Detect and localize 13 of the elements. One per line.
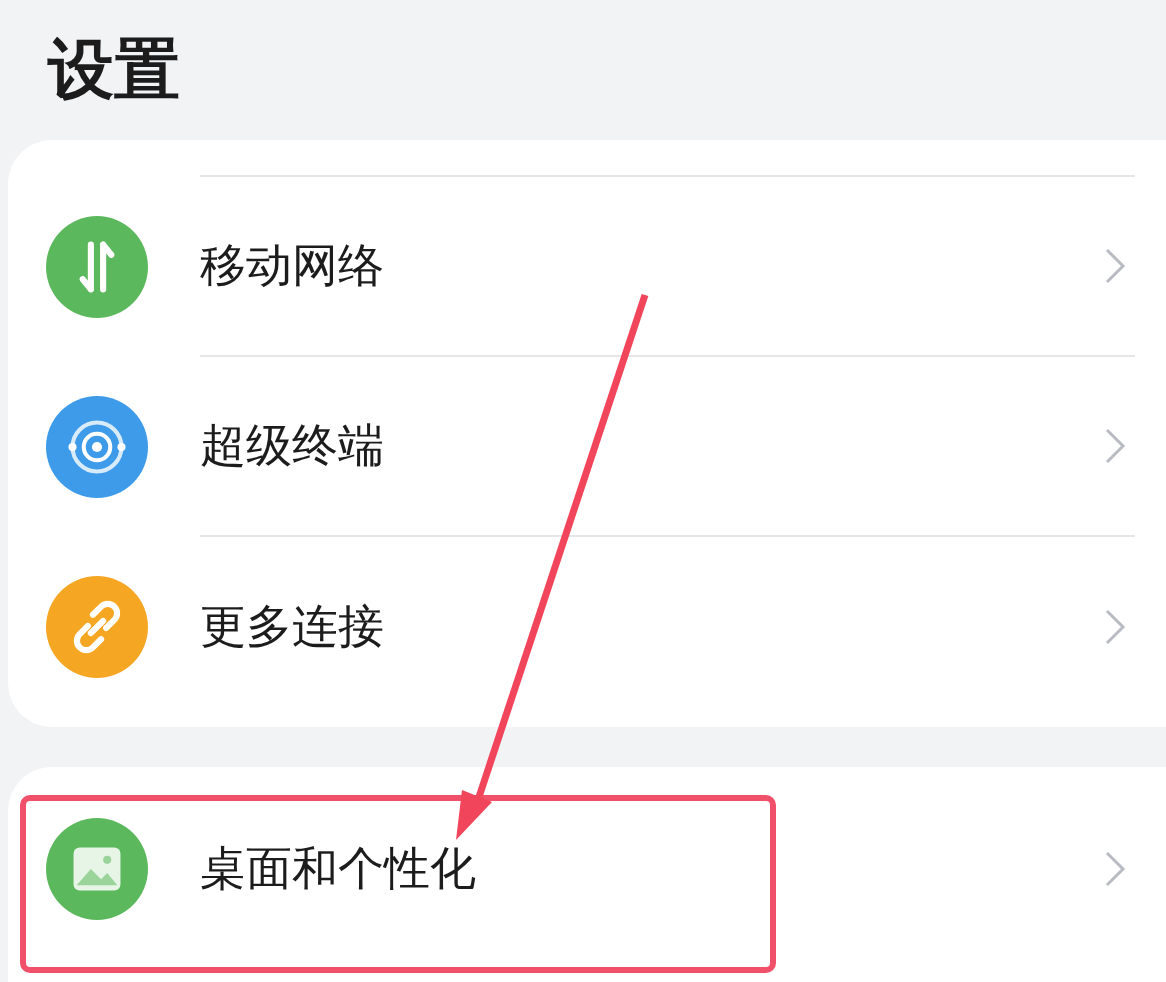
chevron-icon xyxy=(1103,246,1127,286)
item-label: 桌面和个性化 xyxy=(200,840,476,897)
chevron-icon xyxy=(1103,426,1127,466)
item-label: 移动网络 xyxy=(200,237,384,294)
settings-item[interactable]: 超级终端 xyxy=(8,357,1166,537)
page-title: 设置 xyxy=(46,30,181,110)
settings-item[interactable]: 更多连接 xyxy=(8,537,1166,717)
settings-item[interactable]: 桌面和个性化 xyxy=(8,779,1166,959)
settings-item[interactable]: 移动网络 xyxy=(8,177,1166,357)
chevron-icon xyxy=(1103,849,1127,889)
item-label: 超级终端 xyxy=(200,417,384,474)
chevron-icon xyxy=(1103,607,1127,647)
item-label: 更多连接 xyxy=(200,598,384,655)
